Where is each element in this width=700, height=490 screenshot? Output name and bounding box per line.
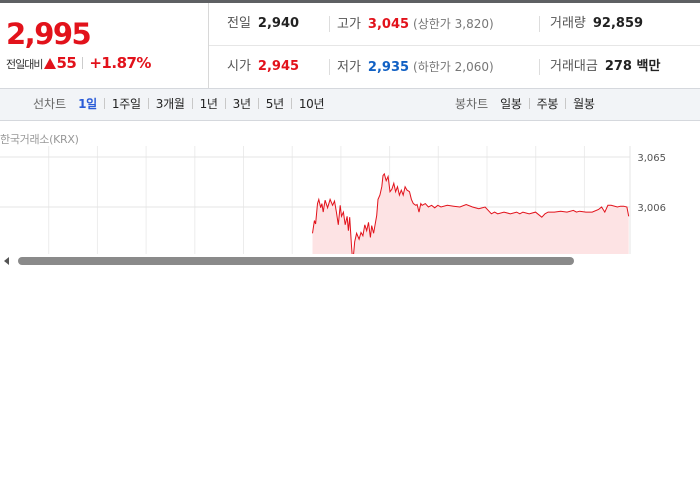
chart-period-tabbar: 선차트 1일 1주일 3개월 1년 3년 5년 10년 봉차트 일봉 주봉 월봉: [0, 88, 700, 121]
volume-value: 92,859: [592, 16, 644, 31]
divider: [539, 59, 540, 75]
y-tick-label: 3,065: [637, 153, 666, 164]
divider: [257, 98, 259, 109]
line-chart-label: 선차트: [33, 97, 67, 111]
prev-close-cell: 전일 2,940: [227, 16, 300, 31]
high-value: 3,045: [367, 17, 410, 32]
divider: [224, 98, 226, 109]
divider: [329, 16, 330, 32]
volume-cell: 거래량 92,859: [550, 16, 644, 31]
open-cell: 시가 2,945: [227, 59, 300, 74]
trade-amount-value: 278 백만: [604, 59, 661, 74]
lower-limit: (하한가 2,060): [413, 60, 494, 74]
candle-chart-tabs: 봉차트 일봉 주봉 월봉: [455, 89, 595, 120]
change-rate: +1.87%: [89, 54, 151, 72]
info-row-1: 전일 2,940 고가 3,045 (상한가 3,820) 거래량 92,859: [209, 3, 700, 46]
tab-3m[interactable]: 3개월: [156, 97, 185, 111]
tab-weekly[interactable]: 주봉: [537, 97, 559, 111]
high-cell: 고가 3,045 (상한가 3,820): [337, 17, 494, 32]
candle-chart-label: 봉차트: [455, 97, 489, 111]
scroll-thumb[interactable]: [18, 257, 574, 265]
tab-5y[interactable]: 5년: [266, 97, 284, 111]
info-row-2: 시가 2,945 저가 2,935 (하한가 2,060) 거래대금 278 백만: [209, 46, 700, 88]
quote-info-grid: 전일 2,940 고가 3,045 (상한가 3,820) 거래량 92,859 시가 2…: [209, 3, 700, 88]
tab-1y[interactable]: 1년: [200, 97, 218, 111]
divider: [565, 98, 567, 109]
tab-monthly[interactable]: 월봉: [573, 97, 595, 111]
tab-10y[interactable]: 10년: [299, 97, 325, 111]
chart-scrollbar[interactable]: [0, 254, 700, 268]
up-triangle-icon: [44, 58, 57, 69]
data-source-label: 한국거래소(KRX): [0, 133, 79, 146]
price-chart-svg: 3,0653,0062,947: [0, 146, 666, 254]
divider: [329, 59, 330, 75]
prev-close-value: 2,940: [257, 16, 300, 31]
open-value: 2,945: [257, 59, 300, 74]
y-tick-label: 3,006: [637, 203, 666, 214]
intraday-chart: 3,0653,0062,947: [0, 146, 700, 254]
divider: [82, 57, 84, 69]
upper-limit: (상한가 3,820): [413, 17, 494, 31]
tab-3y[interactable]: 3년: [233, 97, 251, 111]
price-area: [312, 173, 629, 254]
tab-1d[interactable]: 1일: [78, 97, 97, 111]
tab-daily[interactable]: 일봉: [500, 97, 522, 111]
low-value: 2,935: [367, 60, 410, 75]
change-value: 55: [56, 54, 77, 72]
current-price: 2,995: [6, 17, 92, 51]
divider: [103, 98, 105, 109]
change-line: 전일대비 55 +1.87%: [6, 54, 151, 72]
divider: [290, 98, 292, 109]
low-cell: 저가 2,935 (하한가 2,060): [337, 60, 494, 75]
divider: [539, 16, 540, 32]
divider: [191, 98, 193, 109]
divider: [528, 98, 530, 109]
price-summary: 2,995 전일대비 55 +1.87%: [0, 3, 209, 88]
tab-1w[interactable]: 1주일: [112, 97, 141, 111]
line-chart-tabs: 선차트 1일 1주일 3개월 1년 3년 5년 10년: [33, 89, 325, 120]
scroll-left-icon[interactable]: [4, 257, 9, 265]
change-label: 전일대비: [6, 58, 43, 71]
divider: [147, 98, 149, 109]
trade-amount-cell: 거래대금 278 백만: [550, 59, 661, 74]
